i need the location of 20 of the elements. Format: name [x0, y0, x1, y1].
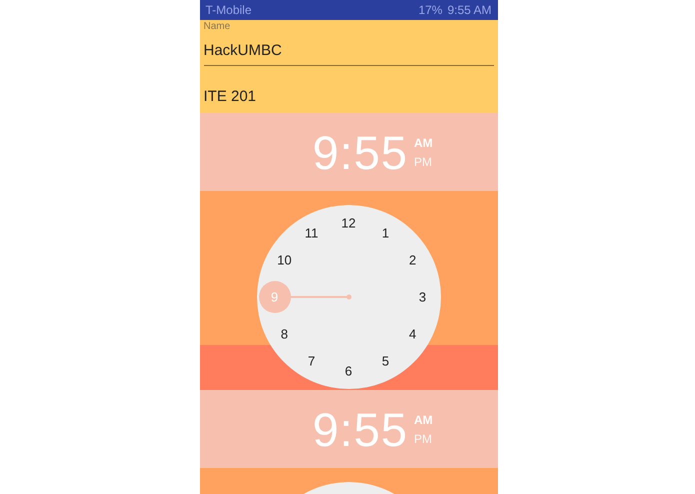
field-value: HackUMBC	[204, 42, 283, 59]
dial-number[interactable]: 5	[382, 354, 390, 369]
battery-percentage: 17%	[418, 3, 442, 17]
dial-number[interactable]: 8	[280, 326, 288, 342]
dial-number[interactable]: 6	[344, 364, 352, 378]
text-field[interactable]: ITE 201	[204, 66, 494, 112]
status-time: 9:55 AM	[447, 3, 492, 17]
text-field[interactable]: Name HackUMBC	[204, 20, 494, 66]
dial-number[interactable]: 10	[277, 252, 292, 268]
dial-number[interactable]: 2	[408, 252, 416, 268]
dial-number[interactable]: 1	[382, 225, 390, 240]
carrier-label: T-Mobile	[206, 3, 252, 17]
dial-number[interactable]: 7	[308, 354, 316, 369]
dial-number[interactable]: 12	[341, 216, 356, 230]
clock-hand[interactable]	[258, 281, 352, 313]
dial-number[interactable]: 4	[408, 326, 416, 342]
field-label: Name	[204, 21, 232, 34]
field-value: ITE 201	[204, 88, 258, 105]
dial-number[interactable]: 3	[418, 290, 426, 304]
dial-number[interactable]: 11	[304, 225, 318, 240]
